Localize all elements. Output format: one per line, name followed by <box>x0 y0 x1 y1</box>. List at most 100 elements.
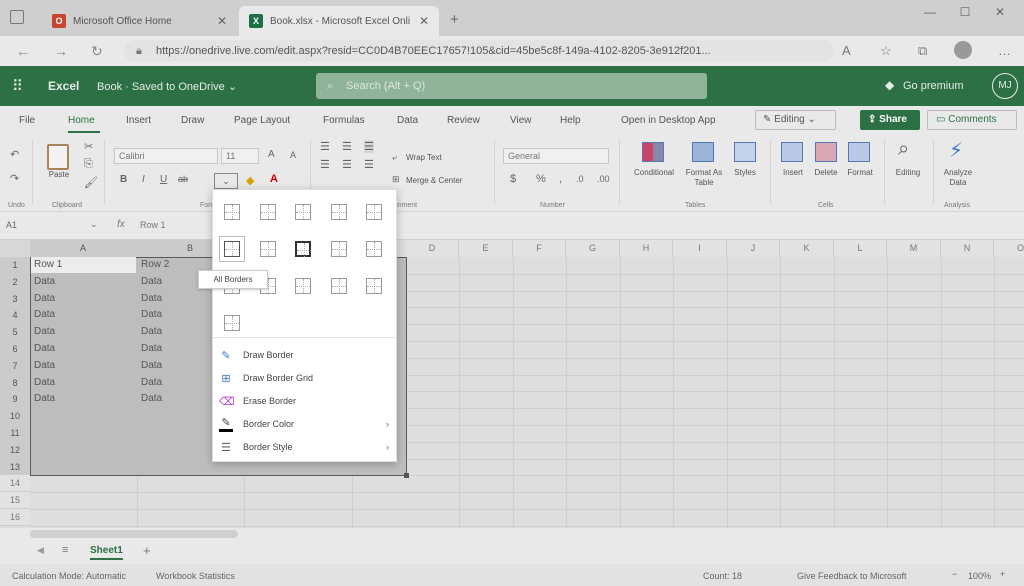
tab-home[interactable]: Home <box>68 115 95 126</box>
fx-icon[interactable]: fx <box>117 219 125 230</box>
profile-icon[interactable] <box>954 41 972 59</box>
border-option-icon[interactable] <box>366 278 382 294</box>
refresh-icon[interactable]: ↻ <box>91 43 103 60</box>
align-left-icon[interactable]: ☰ <box>320 158 330 171</box>
analyze-data-button[interactable]: Analyze Data <box>938 168 978 188</box>
column-header-a[interactable]: A <box>30 240 137 257</box>
close-window-icon[interactable]: ✕ <box>985 5 1015 21</box>
border-option-icon[interactable] <box>330 278 347 294</box>
border-option-icon[interactable] <box>330 241 347 257</box>
format-as-table-icon[interactable] <box>692 142 714 162</box>
tab-help[interactable]: Help <box>560 115 581 126</box>
close-icon[interactable]: ✕ <box>419 14 429 28</box>
calculation-mode[interactable]: Calculation Mode: Automatic <box>12 571 126 581</box>
column-header-i[interactable]: I <box>673 240 727 257</box>
all-sheets-icon[interactable]: ≡ <box>62 544 68 556</box>
editing-search-icon[interactable]: ⌕ <box>898 138 909 161</box>
selection-fill-handle[interactable] <box>404 473 409 478</box>
column-header-m[interactable]: M <box>887 240 941 257</box>
conditional-button[interactable]: Conditional <box>626 168 682 178</box>
column-header-h[interactable]: H <box>620 240 673 257</box>
url-field[interactable]: 🔒︎ https://onedrive.live.com/edit.aspx?r… <box>124 40 834 62</box>
column-header-f[interactable]: F <box>513 240 566 257</box>
wrap-text-icon[interactable]: ⤶ <box>392 152 397 163</box>
new-tab-button[interactable]: + <box>450 11 459 28</box>
wrap-text-button[interactable]: Wrap Text <box>406 153 442 163</box>
font-name-dropdown[interactable]: Calibri <box>114 148 218 164</box>
sheet-tab-sheet1[interactable]: Sheet1 <box>90 545 123 560</box>
cell-a5[interactable]: Data <box>31 324 136 340</box>
row-header-12[interactable]: 12 <box>0 441 30 459</box>
name-box-dropdown-icon[interactable]: ⌄ <box>90 219 98 230</box>
column-header-e[interactable]: E <box>459 240 513 257</box>
scroll-left-icon[interactable]: ◀ <box>37 545 44 556</box>
favorites-icon[interactable]: ☆ <box>880 43 892 59</box>
formula-input[interactable]: Row 1 <box>140 220 166 230</box>
column-header-j[interactable]: J <box>727 240 780 257</box>
row-header-11[interactable]: 11 <box>0 425 30 442</box>
document-title[interactable]: Book · Saved to OneDrive ⌄ <box>97 80 237 93</box>
more-icon[interactable]: … <box>998 43 1011 58</box>
zoom-out-icon[interactable]: − <box>952 569 957 579</box>
paste-label[interactable]: Paste <box>44 170 74 180</box>
forward-icon[interactable]: → <box>54 43 68 59</box>
paste-icon[interactable] <box>47 144 69 170</box>
row-header-14[interactable]: 14 <box>0 475 30 493</box>
column-header-g[interactable]: G <box>566 240 620 257</box>
strikethrough-icon[interactable]: ab <box>178 174 188 184</box>
column-header-l[interactable]: L <box>834 240 887 257</box>
row-header-5[interactable]: 5 <box>0 324 30 341</box>
cell-a4[interactable]: Data <box>31 307 136 323</box>
format-cells-icon[interactable] <box>848 142 870 162</box>
row-header-15[interactable]: 15 <box>0 492 30 509</box>
open-desktop-app-link[interactable]: Open in Desktop App <box>621 115 716 126</box>
border-option-icon[interactable] <box>224 315 240 331</box>
browser-menu-icon[interactable] <box>10 10 24 24</box>
avatar[interactable]: MJ <box>992 73 1018 99</box>
conditional-format-icon[interactable] <box>642 142 664 162</box>
row-header-10[interactable]: 10 <box>0 408 30 425</box>
tab-excel[interactable]: X Book.xlsx - Microsoft Excel Onli ✕ <box>239 6 439 36</box>
search-input[interactable]: ⌕ Search (Alt + Q) <box>316 73 707 99</box>
cell-a8[interactable]: Data <box>31 375 136 391</box>
row-header-1[interactable]: 1 <box>0 257 30 274</box>
tab-insert[interactable]: Insert <box>126 115 151 126</box>
font-size-dropdown[interactable]: 11 <box>221 148 259 164</box>
close-icon[interactable]: ✕ <box>217 14 227 28</box>
border-option-icon[interactable] <box>295 241 311 257</box>
styles-button[interactable]: Styles <box>731 168 759 178</box>
cell-a9[interactable]: Data <box>31 391 136 407</box>
merge-center-button[interactable]: Merge & Center <box>406 176 462 186</box>
column-header-o[interactable]: O <box>994 240 1024 257</box>
all-borders-icon[interactable] <box>220 237 244 261</box>
comments-button[interactable]: ▭ Comments <box>927 110 1017 130</box>
border-option-icon[interactable] <box>330 204 347 220</box>
zoom-in-icon[interactable]: + <box>1000 569 1005 579</box>
tab-page-layout[interactable]: Page Layout <box>234 115 290 126</box>
comma-icon[interactable]: , <box>559 173 562 185</box>
go-premium-button[interactable]: Go premium <box>903 80 964 92</box>
border-option-icon[interactable] <box>366 204 382 220</box>
border-option-icon[interactable] <box>295 278 311 294</box>
zoom-level[interactable]: 100% <box>968 571 991 581</box>
percent-icon[interactable]: % <box>536 173 546 185</box>
underline-icon[interactable]: U <box>160 174 167 185</box>
row-header-2[interactable]: 2 <box>0 273 30 291</box>
spreadsheet-grid[interactable]: ABCDEFGHIJKLMNOP 12345678910111213141516… <box>0 240 1024 528</box>
tab-draw[interactable]: Draw <box>181 115 204 126</box>
align-right-icon[interactable]: ☰ <box>364 158 374 171</box>
decrease-font-icon[interactable]: A <box>290 150 296 160</box>
collections-icon[interactable]: ⧉ <box>918 43 927 59</box>
border-color-item[interactable]: ✎ Border Color › <box>219 414 389 434</box>
decrease-decimal-icon[interactable]: .00 <box>597 174 610 184</box>
cell-a6[interactable]: Data <box>31 341 136 357</box>
column-header-d[interactable]: D <box>406 240 459 257</box>
border-option-icon[interactable] <box>366 241 382 257</box>
currency-icon[interactable]: $ <box>510 173 516 185</box>
border-option-icon[interactable] <box>259 204 276 220</box>
back-icon[interactable]: ← <box>16 43 30 59</box>
undo-icon[interactable]: ↶ <box>10 148 19 161</box>
italic-icon[interactable]: I <box>142 174 145 185</box>
merge-icon[interactable]: ⊞ <box>392 174 400 185</box>
row-header-9[interactable]: 9 <box>0 391 30 409</box>
